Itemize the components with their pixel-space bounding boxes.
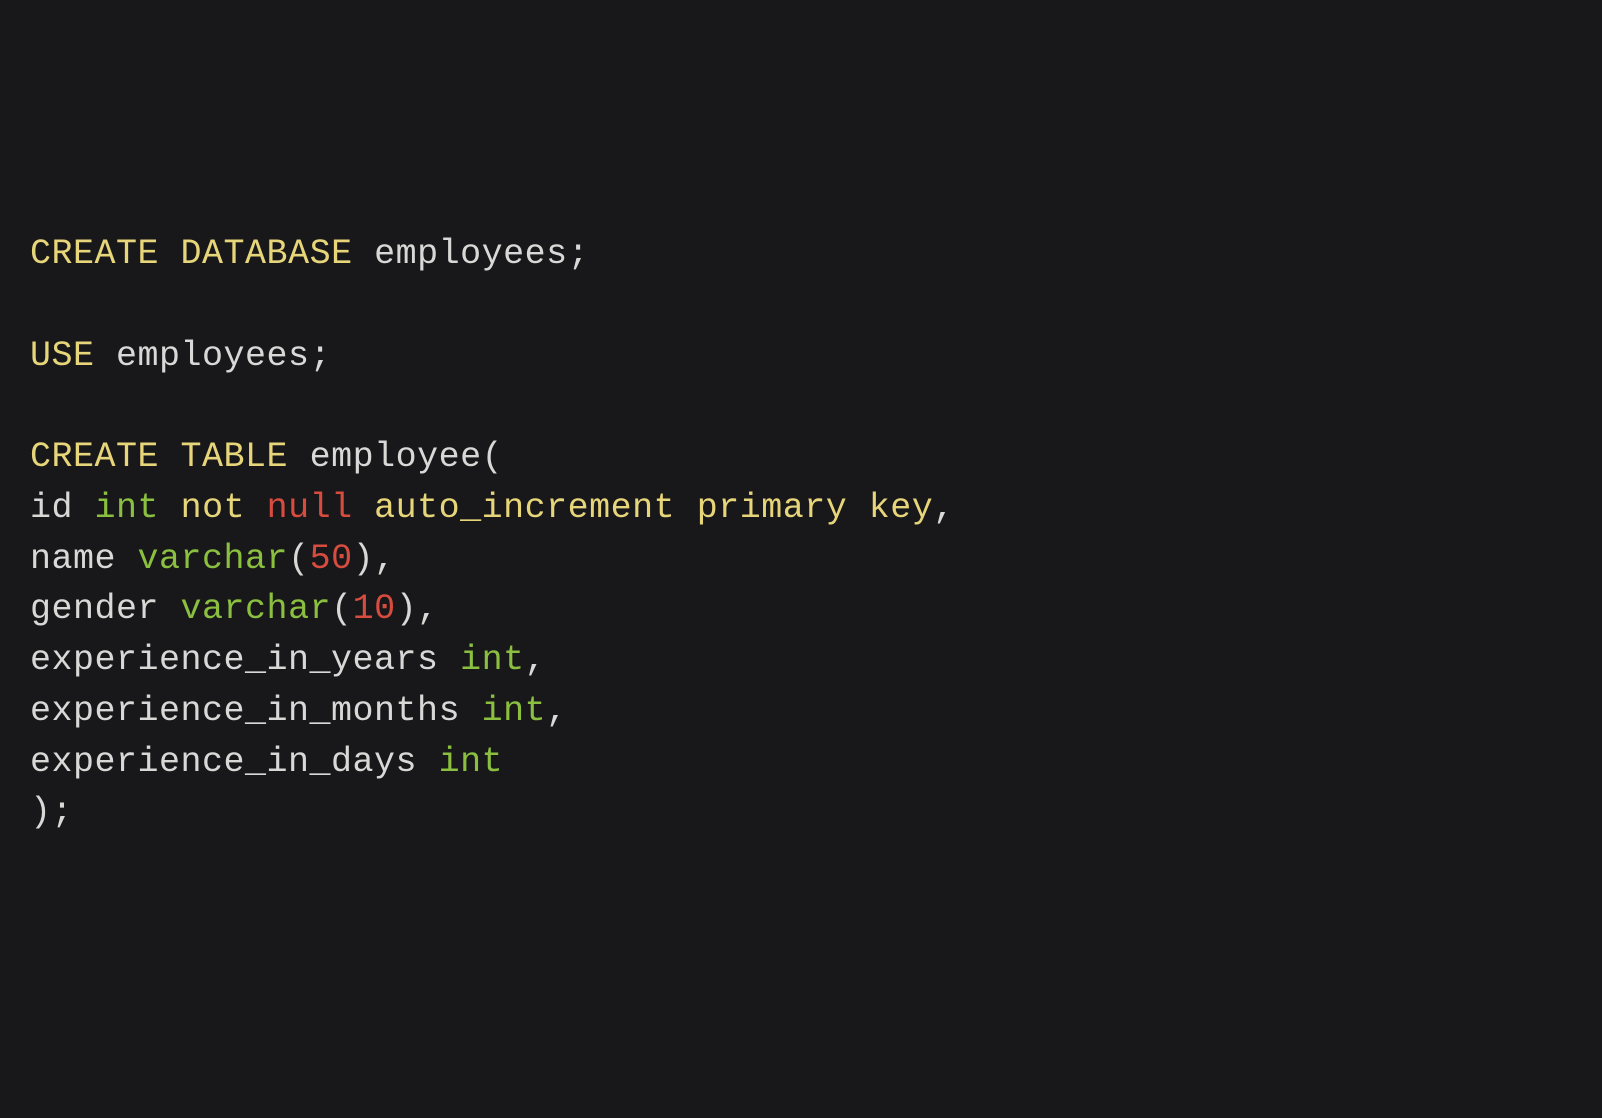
punct-comma: , — [546, 691, 568, 731]
line-7: name varchar(50), — [30, 539, 396, 579]
line-8: gender varchar(10), — [30, 589, 439, 629]
punct-semicolon: ; — [568, 234, 590, 274]
punct-close-paren-comma: ), — [353, 539, 396, 579]
ident-employee: employee — [310, 437, 482, 477]
punct-close-paren-semicolon: ); — [30, 792, 73, 832]
line-11: experience_in_days int — [30, 742, 503, 782]
type-int: int — [482, 691, 547, 731]
kw-table: TABLE — [181, 437, 289, 477]
line-10: experience_in_months int, — [30, 691, 568, 731]
kw-key: key — [869, 488, 934, 528]
col-name: name — [30, 539, 116, 579]
punct-semicolon: ; — [310, 336, 332, 376]
type-int: int — [460, 640, 525, 680]
kw-not: not — [181, 488, 246, 528]
line-12: ); — [30, 792, 73, 832]
col-exp-months: experience_in_months — [30, 691, 460, 731]
punct-comma: , — [933, 488, 955, 528]
type-varchar: varchar — [138, 539, 289, 579]
punct-comma: , — [525, 640, 547, 680]
punct-open-paren: ( — [288, 539, 310, 579]
line-9: experience_in_years int, — [30, 640, 546, 680]
line-6: id int not null auto_increment primary k… — [30, 488, 955, 528]
punct-open-paren: ( — [331, 589, 353, 629]
ident-employees: employees — [374, 234, 568, 274]
punct-open-paren: ( — [482, 437, 504, 477]
col-exp-years: experience_in_years — [30, 640, 439, 680]
num-50: 50 — [310, 539, 353, 579]
col-gender: gender — [30, 589, 159, 629]
kw-primary: primary — [697, 488, 848, 528]
line-3: USE employees; — [30, 336, 331, 376]
kw-null: null — [267, 488, 353, 528]
kw-create: CREATE — [30, 437, 159, 477]
sql-code-block: CREATE DATABASE employees; USE employees… — [30, 229, 1572, 838]
col-exp-days: experience_in_days — [30, 742, 417, 782]
type-int: int — [439, 742, 504, 782]
type-int: int — [95, 488, 160, 528]
line-1: CREATE DATABASE employees; — [30, 234, 589, 274]
num-10: 10 — [353, 589, 396, 629]
col-id: id — [30, 488, 73, 528]
punct-close-paren-comma: ), — [396, 589, 439, 629]
kw-create: CREATE — [30, 234, 159, 274]
line-5: CREATE TABLE employee( — [30, 437, 503, 477]
type-varchar: varchar — [181, 589, 332, 629]
kw-database: DATABASE — [181, 234, 353, 274]
ident-employees: employees — [116, 336, 310, 376]
kw-use: USE — [30, 336, 95, 376]
kw-autoincrement: auto_increment — [374, 488, 675, 528]
